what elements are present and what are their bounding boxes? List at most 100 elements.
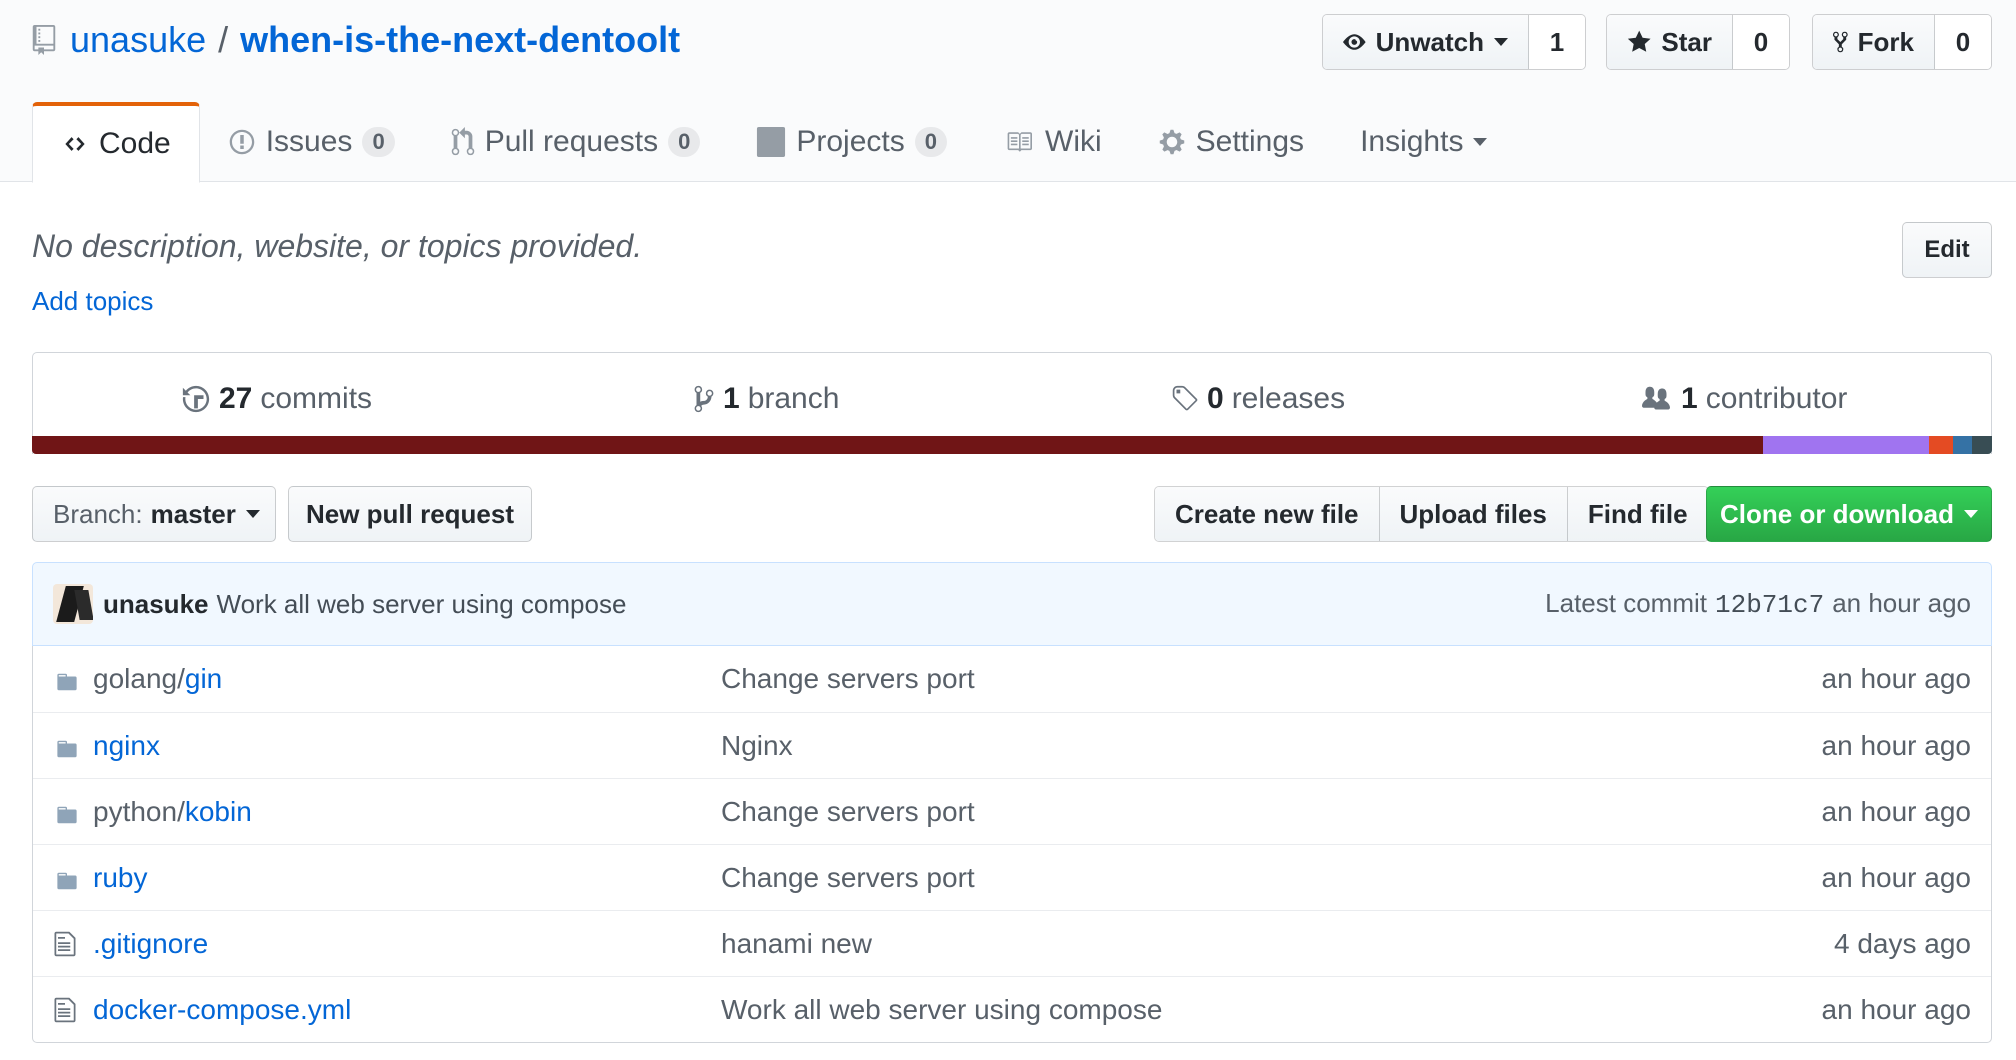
file-age: an hour ago bbox=[1821, 663, 1971, 694]
stargazers-count[interactable]: 0 bbox=[1733, 15, 1789, 69]
language-segment[interactable] bbox=[1952, 436, 1973, 454]
chevron-down-icon bbox=[1964, 510, 1978, 518]
clone-or-download-label: Clone or download bbox=[1720, 498, 1954, 529]
file-row: .gitignore hanami new 4 days ago bbox=[33, 910, 1991, 976]
file-age: an hour ago bbox=[1821, 795, 1971, 827]
repo-description: No description, website, or topics provi… bbox=[32, 228, 643, 264]
file-commit-message[interactable]: Change servers port bbox=[721, 796, 975, 828]
file-list: golang/gin Change servers port an hour ago… bbox=[32, 646, 1992, 1043]
commits-label: commits bbox=[260, 382, 373, 415]
contributors-link[interactable]: 1 contributor bbox=[1639, 379, 1847, 419]
issues-counter: 0 bbox=[362, 127, 395, 157]
branch-select-value: master bbox=[150, 498, 236, 529]
releases-link[interactable]: 0 releases bbox=[1169, 379, 1345, 419]
file-row: docker-compose.yml Work all web server us… bbox=[33, 976, 1991, 1042]
repo-separator: / bbox=[218, 19, 229, 60]
edit-description-button[interactable]: Edit bbox=[1902, 222, 1992, 278]
file-commit-message[interactable]: Change servers port bbox=[721, 862, 975, 894]
tab-pull-requests-label: Pull requests bbox=[484, 125, 659, 158]
file-link[interactable]: ruby bbox=[93, 862, 147, 893]
file-name[interactable]: golang/gin bbox=[93, 663, 222, 695]
watchers-count[interactable]: 1 bbox=[1529, 15, 1585, 69]
latest-commit-info: Latest commit 12b71c7 an hour ago bbox=[1545, 588, 1971, 620]
file-dir-prefix: python/ bbox=[93, 795, 185, 827]
file-commit-message[interactable]: hanami new bbox=[721, 928, 872, 960]
file-navigation: Create new file Upload files Find file bbox=[1154, 486, 1709, 542]
tab-projects-label: Projects bbox=[796, 125, 905, 158]
file-name[interactable]: nginx bbox=[93, 730, 160, 762]
history-icon bbox=[182, 385, 210, 413]
language-segment[interactable] bbox=[1929, 436, 1953, 454]
tab-insights[interactable]: Insights bbox=[1332, 102, 1515, 182]
repo-nav: Code Issues 0 Pull requests 0 Projects 0… bbox=[32, 102, 1515, 183]
file-commit-message[interactable]: Nginx bbox=[721, 730, 793, 762]
language-bar[interactable] bbox=[32, 436, 1992, 454]
commits-count: 27 bbox=[219, 382, 253, 415]
file-commit-message[interactable]: Change servers port bbox=[721, 663, 975, 695]
file-name[interactable]: ruby bbox=[93, 862, 147, 894]
tab-insights-label: Insights bbox=[1360, 125, 1464, 158]
gear-icon bbox=[1159, 129, 1184, 155]
latest-commit-bar: unasuke Work all web server using compos… bbox=[32, 562, 1992, 646]
commit-message-link[interactable]: Work all web server using compose bbox=[217, 589, 627, 620]
find-file-button[interactable]: Find file bbox=[1567, 487, 1708, 541]
star-label: Star bbox=[1661, 26, 1712, 57]
repo-owner-link[interactable]: unasuke bbox=[70, 19, 206, 61]
new-pull-request-button[interactable]: New pull request bbox=[288, 486, 532, 542]
create-new-file-button[interactable]: Create new file bbox=[1155, 487, 1380, 541]
file-row: golang/gin Change servers port an hour ago bbox=[33, 646, 1991, 712]
tab-issues-label: Issues bbox=[265, 125, 353, 158]
language-segment[interactable] bbox=[1762, 436, 1930, 454]
file-link[interactable]: gin bbox=[185, 663, 222, 694]
commit-sha-link[interactable]: 12b71c7 bbox=[1715, 590, 1824, 620]
project-icon bbox=[757, 127, 786, 157]
file-link[interactable]: kobin bbox=[185, 796, 252, 827]
file-name[interactable]: .gitignore bbox=[93, 928, 208, 960]
tab-wiki[interactable]: Wiki bbox=[975, 102, 1130, 182]
star-button[interactable]: Star bbox=[1607, 15, 1733, 69]
unwatch-label: Unwatch bbox=[1375, 26, 1484, 57]
unwatch-button[interactable]: Unwatch bbox=[1323, 15, 1529, 69]
add-topics-link[interactable]: Add topics bbox=[32, 286, 153, 317]
tab-projects[interactable]: Projects 0 bbox=[728, 102, 975, 182]
upload-files-button[interactable]: Upload files bbox=[1379, 487, 1568, 541]
commit-author-link[interactable]: unasuke bbox=[103, 589, 209, 620]
projects-counter: 0 bbox=[914, 127, 947, 157]
commits-link[interactable]: 27 commits bbox=[181, 379, 372, 419]
tab-settings[interactable]: Settings bbox=[1130, 102, 1332, 182]
contributors-label: contributor bbox=[1705, 382, 1848, 415]
file-row: nginx Nginx an hour ago bbox=[33, 712, 1991, 778]
file-name[interactable]: python/kobin bbox=[93, 796, 252, 828]
tab-pull-requests[interactable]: Pull requests 0 bbox=[423, 102, 729, 182]
fork-label: Fork bbox=[1857, 26, 1914, 57]
tab-issues[interactable]: Issues 0 bbox=[200, 102, 423, 182]
file-link[interactable]: .gitignore bbox=[93, 928, 208, 959]
file-age: 4 days ago bbox=[1834, 927, 1971, 959]
watch-group: Unwatch 1 bbox=[1322, 14, 1586, 70]
tab-code[interactable]: Code bbox=[32, 102, 200, 183]
avatar[interactable] bbox=[53, 584, 93, 624]
branches-link[interactable]: 1 branch bbox=[693, 379, 839, 419]
file-commit-message[interactable]: Work all web server using compose bbox=[721, 994, 1162, 1026]
branch-select-button[interactable]: Branch: master bbox=[32, 486, 276, 542]
branch-select-label: Branch: bbox=[53, 498, 143, 529]
file-link[interactable]: nginx bbox=[93, 730, 160, 761]
tab-settings-label: Settings bbox=[1195, 125, 1305, 158]
clone-or-download-button[interactable]: Clone or download bbox=[1706, 486, 1992, 542]
file-icon bbox=[53, 930, 77, 965]
file-link[interactable]: docker-compose.yml bbox=[93, 994, 351, 1025]
language-segment[interactable] bbox=[32, 436, 1763, 454]
fork-button[interactable]: Fork bbox=[1813, 15, 1935, 69]
file-row: ruby Change servers port an hour ago bbox=[33, 844, 1991, 910]
releases-label: releases bbox=[1231, 382, 1346, 415]
issue-opened-icon bbox=[229, 129, 254, 155]
git-branch-icon bbox=[694, 385, 714, 413]
fork-icon bbox=[1833, 31, 1848, 53]
forks-count[interactable]: 0 bbox=[1935, 15, 1991, 69]
file-name[interactable]: docker-compose.yml bbox=[93, 994, 351, 1026]
repo-name-link[interactable]: when-is-the-next-dentoolt bbox=[240, 19, 680, 61]
folder-icon bbox=[53, 735, 81, 767]
language-segment[interactable] bbox=[1972, 436, 1992, 454]
file-dir-prefix: golang/ bbox=[93, 663, 185, 694]
file-icon bbox=[53, 996, 77, 1031]
